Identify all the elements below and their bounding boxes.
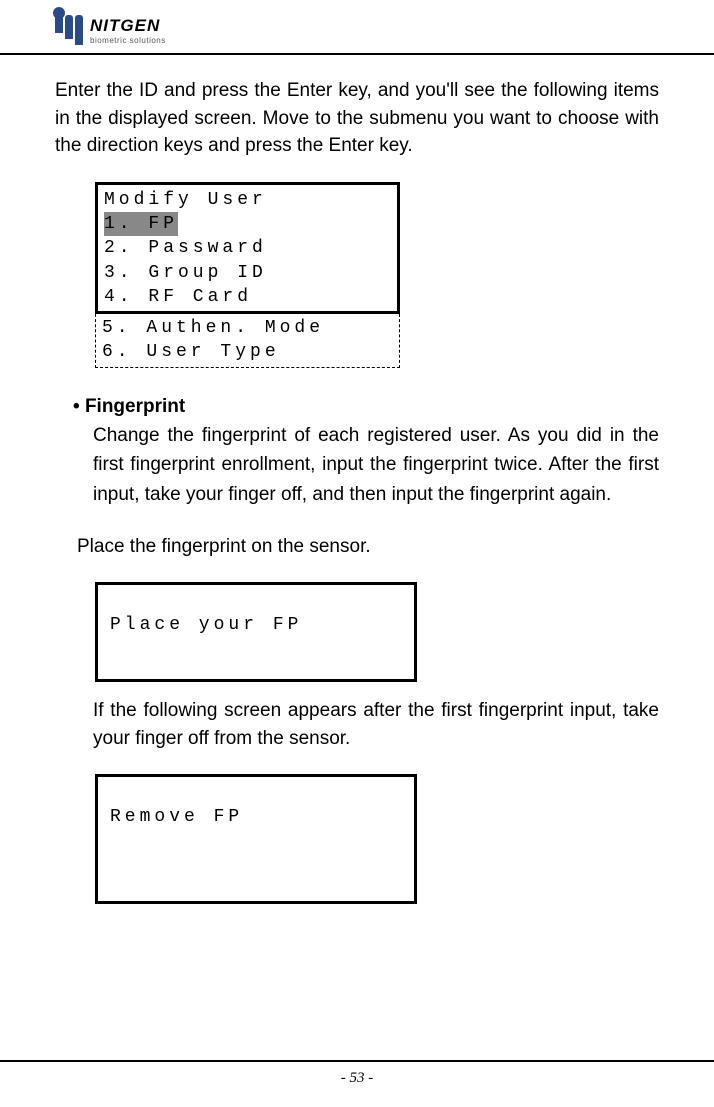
menu-item: 2. Passward	[104, 236, 391, 260]
menu-item: 4. RF Card	[104, 285, 391, 309]
lcd-text: Remove FP	[110, 807, 402, 827]
page-content: Enter the ID and press the Enter key, an…	[0, 55, 714, 904]
logo-icon	[55, 15, 83, 45]
menu-display-top: Modify User 1. FP 2. Passward 3. Group I…	[95, 182, 400, 314]
menu-display-bottom: 5. Authen. Mode 6. User Type	[95, 314, 400, 368]
page-footer: - 53 -	[0, 1060, 714, 1087]
menu-item-highlighted: 1. FP	[104, 212, 178, 236]
section-heading: Fingerprint	[73, 396, 659, 418]
logo-subtitle: biometric solutions	[90, 36, 166, 45]
page-number: - 53 -	[341, 1070, 374, 1086]
menu-item: 3. Group ID	[104, 261, 391, 285]
menu-item: 5. Authen. Mode	[102, 316, 393, 340]
fingerprint-section: Fingerprint Change the fingerprint of ea…	[55, 396, 659, 904]
instruction-text: Place the fingerprint on the sensor.	[77, 533, 659, 562]
menu-item: 1. FP	[104, 212, 391, 236]
menu-display: Modify User 1. FP 2. Passward 3. Group I…	[95, 182, 659, 368]
page-header: NITGEN biometric solutions	[0, 0, 714, 55]
lcd-place-fp: Place your FP	[95, 582, 417, 682]
lcd-text: Place your FP	[110, 615, 402, 635]
section-paragraph: Change the fingerprint of each registere…	[93, 421, 659, 509]
lcd-remove-fp: Remove FP	[95, 774, 417, 904]
menu-item: 6. User Type	[102, 340, 393, 364]
logo: NITGEN biometric solutions	[55, 15, 166, 45]
intro-paragraph: Enter the ID and press the Enter key, an…	[55, 77, 659, 160]
logo-name: NITGEN	[90, 16, 166, 36]
instruction-text-2: If the following screen appears after th…	[93, 697, 659, 754]
menu-title: Modify User	[104, 188, 391, 212]
